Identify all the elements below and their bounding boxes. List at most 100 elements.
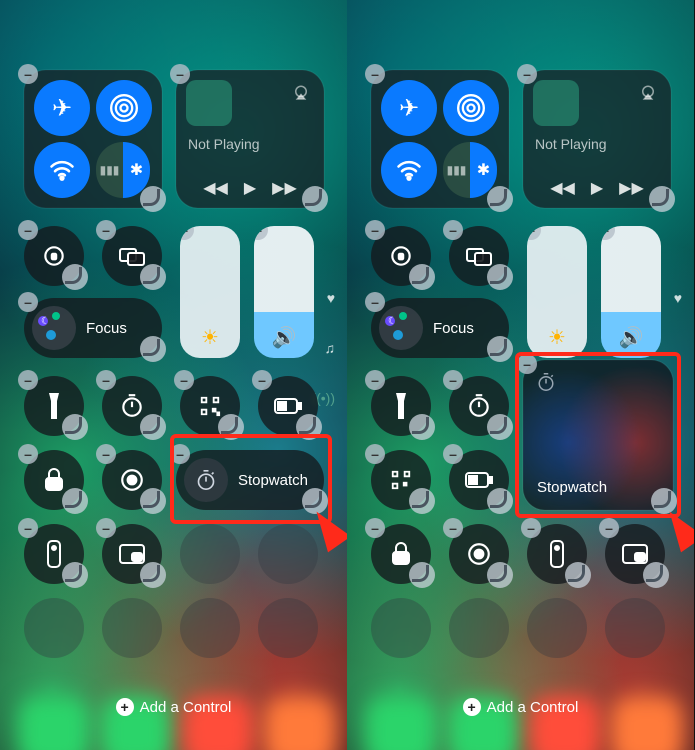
volume-slider[interactable]: –🔊	[601, 226, 661, 358]
remove-badge[interactable]: –	[365, 370, 385, 390]
remove-badge[interactable]: –	[252, 370, 272, 390]
rotation-lock-toggle[interactable]: –	[24, 226, 84, 286]
empty-slot[interactable]	[24, 598, 84, 658]
resize-grip[interactable]	[62, 264, 88, 290]
stopwatch-module-wide[interactable]: – Stopwatch	[176, 450, 324, 510]
resize-grip[interactable]	[302, 488, 328, 514]
wifi-toggle[interactable]	[381, 142, 437, 198]
remove-badge[interactable]: –	[96, 370, 116, 390]
resize-grip[interactable]	[62, 562, 88, 588]
resize-grip[interactable]	[409, 264, 435, 290]
qr-scan-toggle[interactable]: –	[180, 376, 240, 436]
remove-badge[interactable]: –	[601, 226, 615, 240]
resize-grip[interactable]	[649, 186, 675, 212]
resize-grip[interactable]	[218, 414, 244, 440]
resize-grip[interactable]	[140, 264, 166, 290]
resize-grip[interactable]	[62, 488, 88, 514]
brightness-slider[interactable]: –☀	[527, 226, 587, 358]
resize-grip[interactable]	[296, 414, 322, 440]
empty-slot[interactable]	[449, 598, 509, 658]
screen-record-toggle[interactable]: –	[449, 524, 509, 584]
empty-slot[interactable]	[258, 598, 318, 658]
lock-toggle[interactable]: –	[371, 524, 431, 584]
remove-badge[interactable]: –	[254, 226, 268, 240]
resize-grip[interactable]	[140, 186, 166, 212]
wifi-toggle[interactable]	[34, 142, 90, 198]
remove-badge[interactable]: –	[170, 444, 190, 464]
remove-badge[interactable]: –	[18, 292, 38, 312]
airplane-toggle[interactable]: ✈	[381, 80, 437, 136]
remove-badge[interactable]: –	[18, 518, 38, 538]
connectivity-cluster[interactable]: – ✈ ▮▮▮ ✱	[24, 70, 162, 208]
resize-grip[interactable]	[409, 488, 435, 514]
rotation-lock-toggle[interactable]: –	[371, 226, 431, 286]
empty-slot[interactable]	[371, 598, 431, 658]
volume-slider[interactable]: – 🔊	[254, 226, 314, 358]
resize-grip[interactable]	[140, 562, 166, 588]
remove-badge[interactable]: –	[443, 220, 463, 240]
stopwatch-module-large[interactable]: – Stopwatch	[523, 360, 673, 510]
empty-slot[interactable]	[258, 524, 318, 584]
cellular-toggle[interactable]: ▮▮▮	[96, 142, 123, 198]
empty-slot[interactable]	[180, 598, 240, 658]
airplane-toggle[interactable]: ✈	[34, 80, 90, 136]
resize-grip[interactable]	[140, 414, 166, 440]
pip-toggle[interactable]: –	[102, 524, 162, 584]
remove-badge[interactable]: –	[443, 444, 463, 464]
empty-slot[interactable]	[180, 524, 240, 584]
timer-toggle[interactable]: –	[102, 376, 162, 436]
screen-record-toggle[interactable]: –	[102, 450, 162, 510]
remove-badge[interactable]: –	[517, 64, 537, 84]
remove-badge[interactable]: –	[527, 226, 541, 240]
remove-badge[interactable]: –	[443, 518, 463, 538]
focus-pill[interactable]: – ☾ Focus	[371, 298, 509, 358]
remote-toggle[interactable]: –	[527, 524, 587, 584]
resize-grip[interactable]	[140, 488, 166, 514]
screen-mirror-toggle[interactable]: –	[449, 226, 509, 286]
next-icon[interactable]: ▶▶	[619, 178, 644, 198]
timer-toggle[interactable]: –	[449, 376, 509, 436]
play-icon[interactable]: ▶	[244, 178, 256, 198]
resize-grip[interactable]	[651, 488, 677, 514]
remove-badge[interactable]: –	[365, 292, 385, 312]
resize-grip[interactable]	[487, 186, 513, 212]
prev-icon[interactable]: ◀◀	[203, 178, 228, 198]
qr-scan-toggle[interactable]: –	[371, 450, 431, 510]
remove-badge[interactable]: –	[96, 220, 116, 240]
remove-badge[interactable]: –	[365, 444, 385, 464]
resize-grip[interactable]	[643, 562, 669, 588]
remove-badge[interactable]: –	[365, 64, 385, 84]
focus-pill[interactable]: – ☾ Focus	[24, 298, 162, 358]
add-control-button[interactable]: + Add a Control	[0, 698, 347, 716]
prev-icon[interactable]: ◀◀	[550, 178, 575, 198]
remove-badge[interactable]: –	[599, 518, 619, 538]
remove-badge[interactable]: –	[18, 370, 38, 390]
resize-grip[interactable]	[487, 488, 513, 514]
flashlight-toggle[interactable]: –	[24, 376, 84, 436]
resize-grip[interactable]	[302, 186, 328, 212]
resize-grip[interactable]	[140, 336, 166, 362]
resize-grip[interactable]	[487, 336, 513, 362]
remove-badge[interactable]: –	[18, 220, 38, 240]
remove-badge[interactable]: –	[96, 444, 116, 464]
brightness-slider[interactable]: – ☀	[180, 226, 240, 358]
resize-grip[interactable]	[409, 562, 435, 588]
screen-mirror-toggle[interactable]: –	[102, 226, 162, 286]
empty-slot[interactable]	[605, 598, 665, 658]
airdrop-toggle[interactable]	[443, 80, 499, 136]
media-module[interactable]: – Not Playing ◀◀ ▶ ▶▶	[523, 70, 671, 208]
remote-toggle[interactable]: –	[24, 524, 84, 584]
play-icon[interactable]: ▶	[591, 178, 603, 198]
remove-badge[interactable]: –	[18, 64, 38, 84]
low-power-toggle[interactable]: –	[258, 376, 318, 436]
flashlight-toggle[interactable]: –	[371, 376, 431, 436]
add-control-button[interactable]: + Add a Control	[347, 698, 694, 716]
lock-toggle[interactable]: –	[24, 450, 84, 510]
remove-badge[interactable]: –	[170, 64, 190, 84]
resize-grip[interactable]	[487, 562, 513, 588]
remove-badge[interactable]: –	[18, 444, 38, 464]
resize-grip[interactable]	[62, 414, 88, 440]
low-power-toggle[interactable]: –	[449, 450, 509, 510]
next-icon[interactable]: ▶▶	[272, 178, 297, 198]
resize-grip[interactable]	[565, 562, 591, 588]
